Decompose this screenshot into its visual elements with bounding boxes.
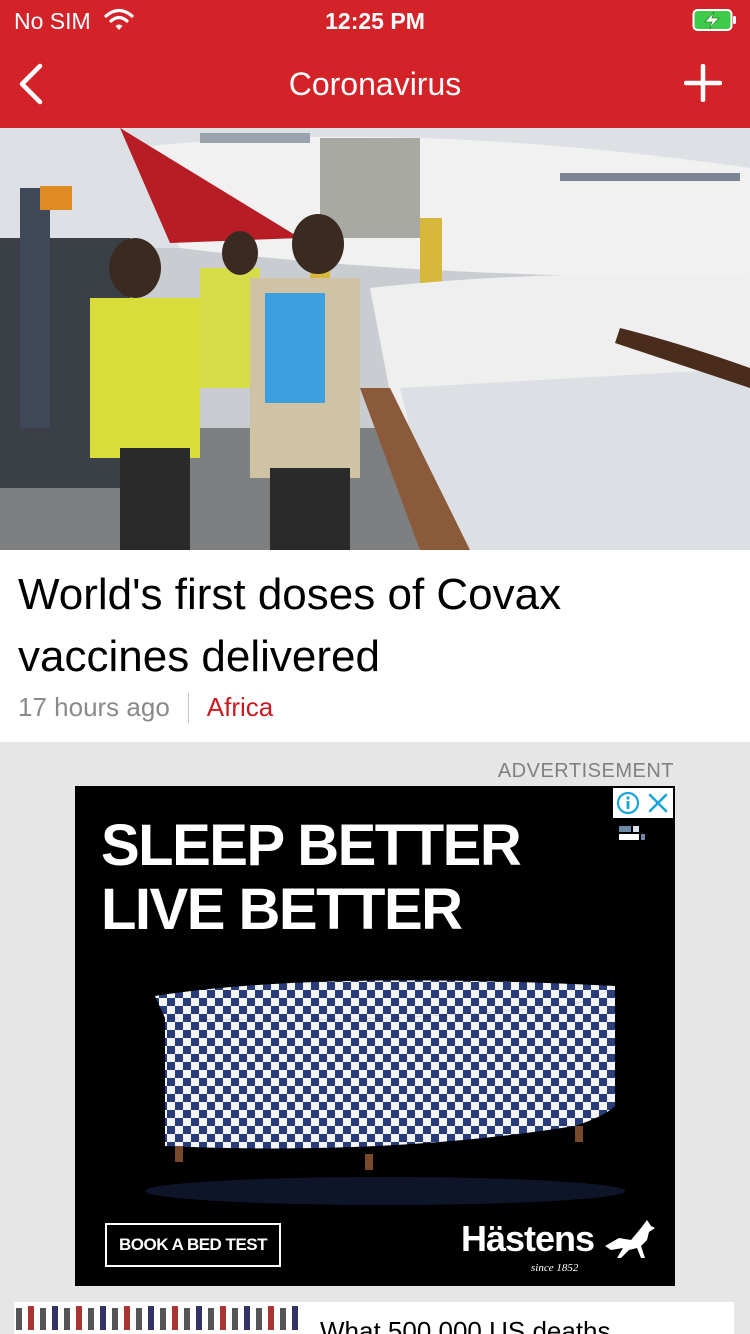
plus-icon[interactable]	[684, 64, 722, 102]
page-title: Coronavirus	[288, 66, 462, 102]
ad-headline: SLEEP BETTER LIVE BETTER	[101, 813, 522, 942]
next-story-thumbnail	[16, 1306, 298, 1330]
info-icon[interactable]	[616, 791, 640, 815]
next-story-card[interactable]: What 500,000 US deaths	[14, 1302, 734, 1334]
horse-logo-icon	[605, 1220, 655, 1258]
story-meta: 17 hours ago Africa	[18, 692, 273, 723]
book-bed-test-button[interactable]: BOOK A BED TEST	[105, 1223, 281, 1267]
story-photo-illustration	[0, 128, 750, 550]
close-icon[interactable]	[646, 791, 670, 815]
ad-tracker-icon	[619, 826, 645, 840]
ad-brand-logo: Hästens	[461, 1218, 595, 1259]
story-timestamp: 17 hours ago	[18, 692, 170, 722]
bed-illustration	[145, 980, 625, 1205]
adchoices-badge[interactable]	[613, 788, 673, 818]
story-section-link[interactable]: Africa	[207, 692, 273, 723]
meta-divider	[187, 692, 189, 723]
clock: 12:25 PM	[325, 8, 425, 34]
ad-tagline: since 1852	[531, 1262, 579, 1274]
next-story-headline[interactable]: What 500,000 US deaths	[320, 1316, 611, 1334]
advertisement-label: ADVERTISEMENT	[497, 760, 674, 782]
story-headline[interactable]: World's first doses of Covax vaccines de…	[18, 564, 728, 688]
nav-bar: Coronavirus	[0, 40, 750, 128]
story-card[interactable]: World's first doses of Covax vaccines de…	[0, 550, 750, 742]
story-photo[interactable]	[0, 128, 750, 550]
battery-charging-icon	[692, 9, 736, 31]
status-bar: No SIM 12:25 PM	[0, 0, 750, 40]
ad-banner[interactable]: SLEEP BETTER LIVE BETTER BOOK A BED TEST…	[75, 786, 675, 1286]
